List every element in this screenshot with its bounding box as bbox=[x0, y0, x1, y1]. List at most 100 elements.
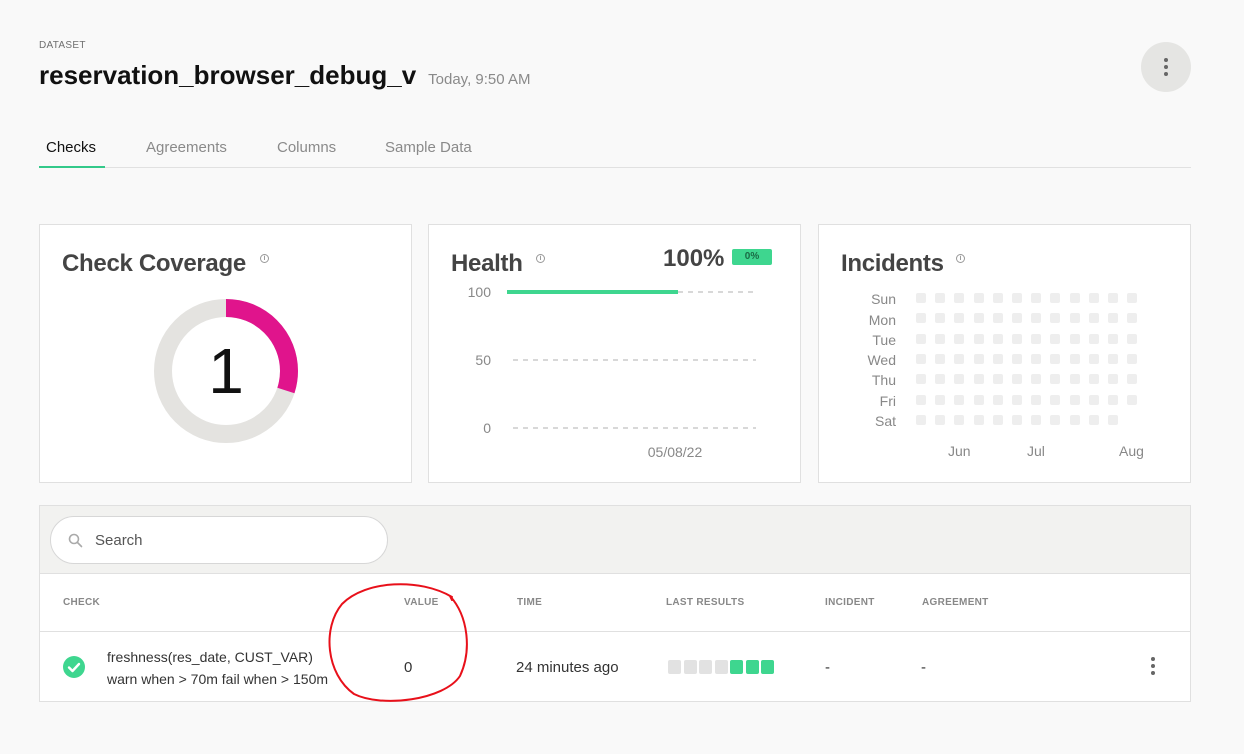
day-label: Thu bbox=[871, 372, 896, 388]
incident-cell bbox=[954, 394, 965, 405]
day-label: Wed bbox=[867, 352, 896, 368]
health-xtick: 05/08/22 bbox=[648, 444, 703, 460]
incident-cell bbox=[1127, 374, 1138, 385]
dataset-timestamp: Today, 9:50 AM bbox=[428, 71, 531, 88]
tab-sample-data[interactable]: Sample Data bbox=[385, 139, 472, 156]
incident-cell bbox=[916, 394, 926, 405]
day-label: Tue bbox=[872, 332, 896, 348]
check-agreement: - bbox=[921, 659, 926, 676]
incident-cell bbox=[954, 374, 965, 385]
incident-cell bbox=[1127, 353, 1138, 364]
row-more-icon[interactable] bbox=[1151, 657, 1155, 678]
incident-cell bbox=[973, 313, 984, 324]
incident-cell bbox=[1050, 353, 1061, 364]
incident-cell bbox=[973, 394, 984, 405]
incident-cell bbox=[1012, 374, 1022, 385]
incident-cell bbox=[1012, 414, 1022, 425]
month-label: Aug bbox=[1119, 443, 1144, 459]
incident-cell bbox=[1069, 353, 1080, 364]
incident-cell bbox=[992, 353, 1003, 364]
check-value: 0 bbox=[404, 659, 413, 676]
table-row[interactable]: freshness(res_date, CUST_VAR) warn when … bbox=[40, 631, 1190, 702]
column-header-value[interactable]: VALUE bbox=[404, 597, 439, 608]
incident-cell bbox=[1108, 293, 1118, 303]
info-icon[interactable]: i bbox=[956, 254, 965, 263]
incident-cell bbox=[1127, 293, 1138, 303]
tab-checks[interactable]: Checks bbox=[46, 139, 96, 156]
incident-cell bbox=[1031, 374, 1042, 385]
result-box-pass[interactable] bbox=[745, 660, 759, 674]
dataset-more-button[interactable] bbox=[1141, 42, 1191, 92]
incident-cell bbox=[992, 394, 1003, 405]
check-rule: warn when > 70m fail when > 150m bbox=[107, 671, 329, 687]
column-header-agreement[interactable]: AGREEMENT bbox=[922, 597, 989, 608]
incident-cell bbox=[992, 374, 1003, 385]
result-box-none[interactable] bbox=[683, 660, 697, 674]
incident-cell bbox=[1088, 394, 1099, 405]
result-box-none[interactable] bbox=[714, 660, 728, 674]
check-name[interactable]: freshness(res_date, CUST_VAR) bbox=[107, 649, 313, 665]
incident-cell bbox=[935, 313, 946, 324]
incident-cell bbox=[992, 293, 1003, 303]
incident-cell bbox=[1012, 313, 1022, 324]
column-header-check[interactable]: CHECK bbox=[63, 597, 100, 608]
info-icon[interactable]: i bbox=[260, 254, 269, 263]
incident-cell bbox=[916, 333, 926, 344]
incident-cell bbox=[1108, 333, 1118, 344]
tab-columns[interactable]: Columns bbox=[277, 139, 336, 156]
result-box-none[interactable] bbox=[699, 660, 712, 674]
month-label: Jun bbox=[948, 443, 971, 459]
incident-cell bbox=[1050, 293, 1061, 303]
incident-cell bbox=[1108, 353, 1118, 364]
search-icon bbox=[68, 533, 83, 548]
incident-cell bbox=[1031, 293, 1042, 303]
column-header-incident[interactable]: INCIDENT bbox=[825, 597, 875, 608]
result-box-pass[interactable] bbox=[730, 660, 743, 674]
checks-table: CHECK VALUE TIME LAST RESULTS INCIDENT A… bbox=[39, 505, 1191, 702]
health-ytick: 0 bbox=[483, 420, 491, 436]
check-incident: - bbox=[825, 659, 830, 676]
search-bar-area bbox=[40, 506, 1190, 574]
incident-cell bbox=[916, 353, 926, 364]
incident-cell bbox=[1050, 333, 1061, 344]
incident-cell bbox=[1088, 414, 1099, 425]
incident-cell bbox=[954, 353, 965, 364]
check-passed-icon bbox=[63, 656, 85, 678]
check-coverage-card: Check Coverage i 1 bbox=[39, 224, 412, 483]
column-header-time[interactable]: TIME bbox=[517, 597, 542, 608]
incident-cell bbox=[1069, 374, 1080, 385]
incident-cell bbox=[1088, 313, 1099, 324]
incidents-title: Incidents bbox=[841, 250, 944, 277]
incident-cell bbox=[935, 394, 946, 405]
month-label: Jul bbox=[1027, 443, 1045, 459]
incident-cell bbox=[1031, 353, 1042, 364]
incident-cell bbox=[1031, 313, 1042, 324]
incident-cell bbox=[973, 374, 984, 385]
result-box-none[interactable] bbox=[668, 660, 681, 674]
day-label: Sun bbox=[871, 291, 896, 307]
incident-cell bbox=[1012, 353, 1022, 364]
incident-cell bbox=[954, 293, 965, 303]
tab-agreements[interactable]: Agreements bbox=[146, 139, 227, 156]
incident-cell bbox=[916, 293, 926, 303]
incident-cell bbox=[973, 333, 984, 344]
dataset-tabs: Checks Agreements Columns Sample Data bbox=[39, 130, 1191, 168]
incident-cell bbox=[1050, 414, 1061, 425]
search-input[interactable] bbox=[95, 525, 375, 555]
dataset-header: DATASET reservation_browser_debug_v Toda… bbox=[39, 40, 530, 91]
incident-cell bbox=[973, 293, 984, 303]
dataset-title: reservation_browser_debug_v bbox=[39, 60, 417, 90]
search-box[interactable] bbox=[50, 516, 388, 564]
incident-cell bbox=[992, 414, 1003, 425]
column-header-last-results[interactable]: LAST RESULTS bbox=[666, 597, 744, 608]
incident-cell bbox=[1127, 394, 1138, 405]
result-box-pass[interactable] bbox=[761, 660, 774, 674]
incident-cell bbox=[1050, 394, 1061, 405]
check-time: 24 minutes ago bbox=[516, 659, 619, 676]
incident-cell bbox=[1108, 414, 1118, 425]
health-ytick: 50 bbox=[475, 352, 491, 368]
incident-cell bbox=[1069, 414, 1080, 425]
incident-cell bbox=[973, 414, 984, 425]
incident-cell bbox=[1127, 313, 1138, 324]
incident-cell bbox=[1069, 313, 1080, 324]
